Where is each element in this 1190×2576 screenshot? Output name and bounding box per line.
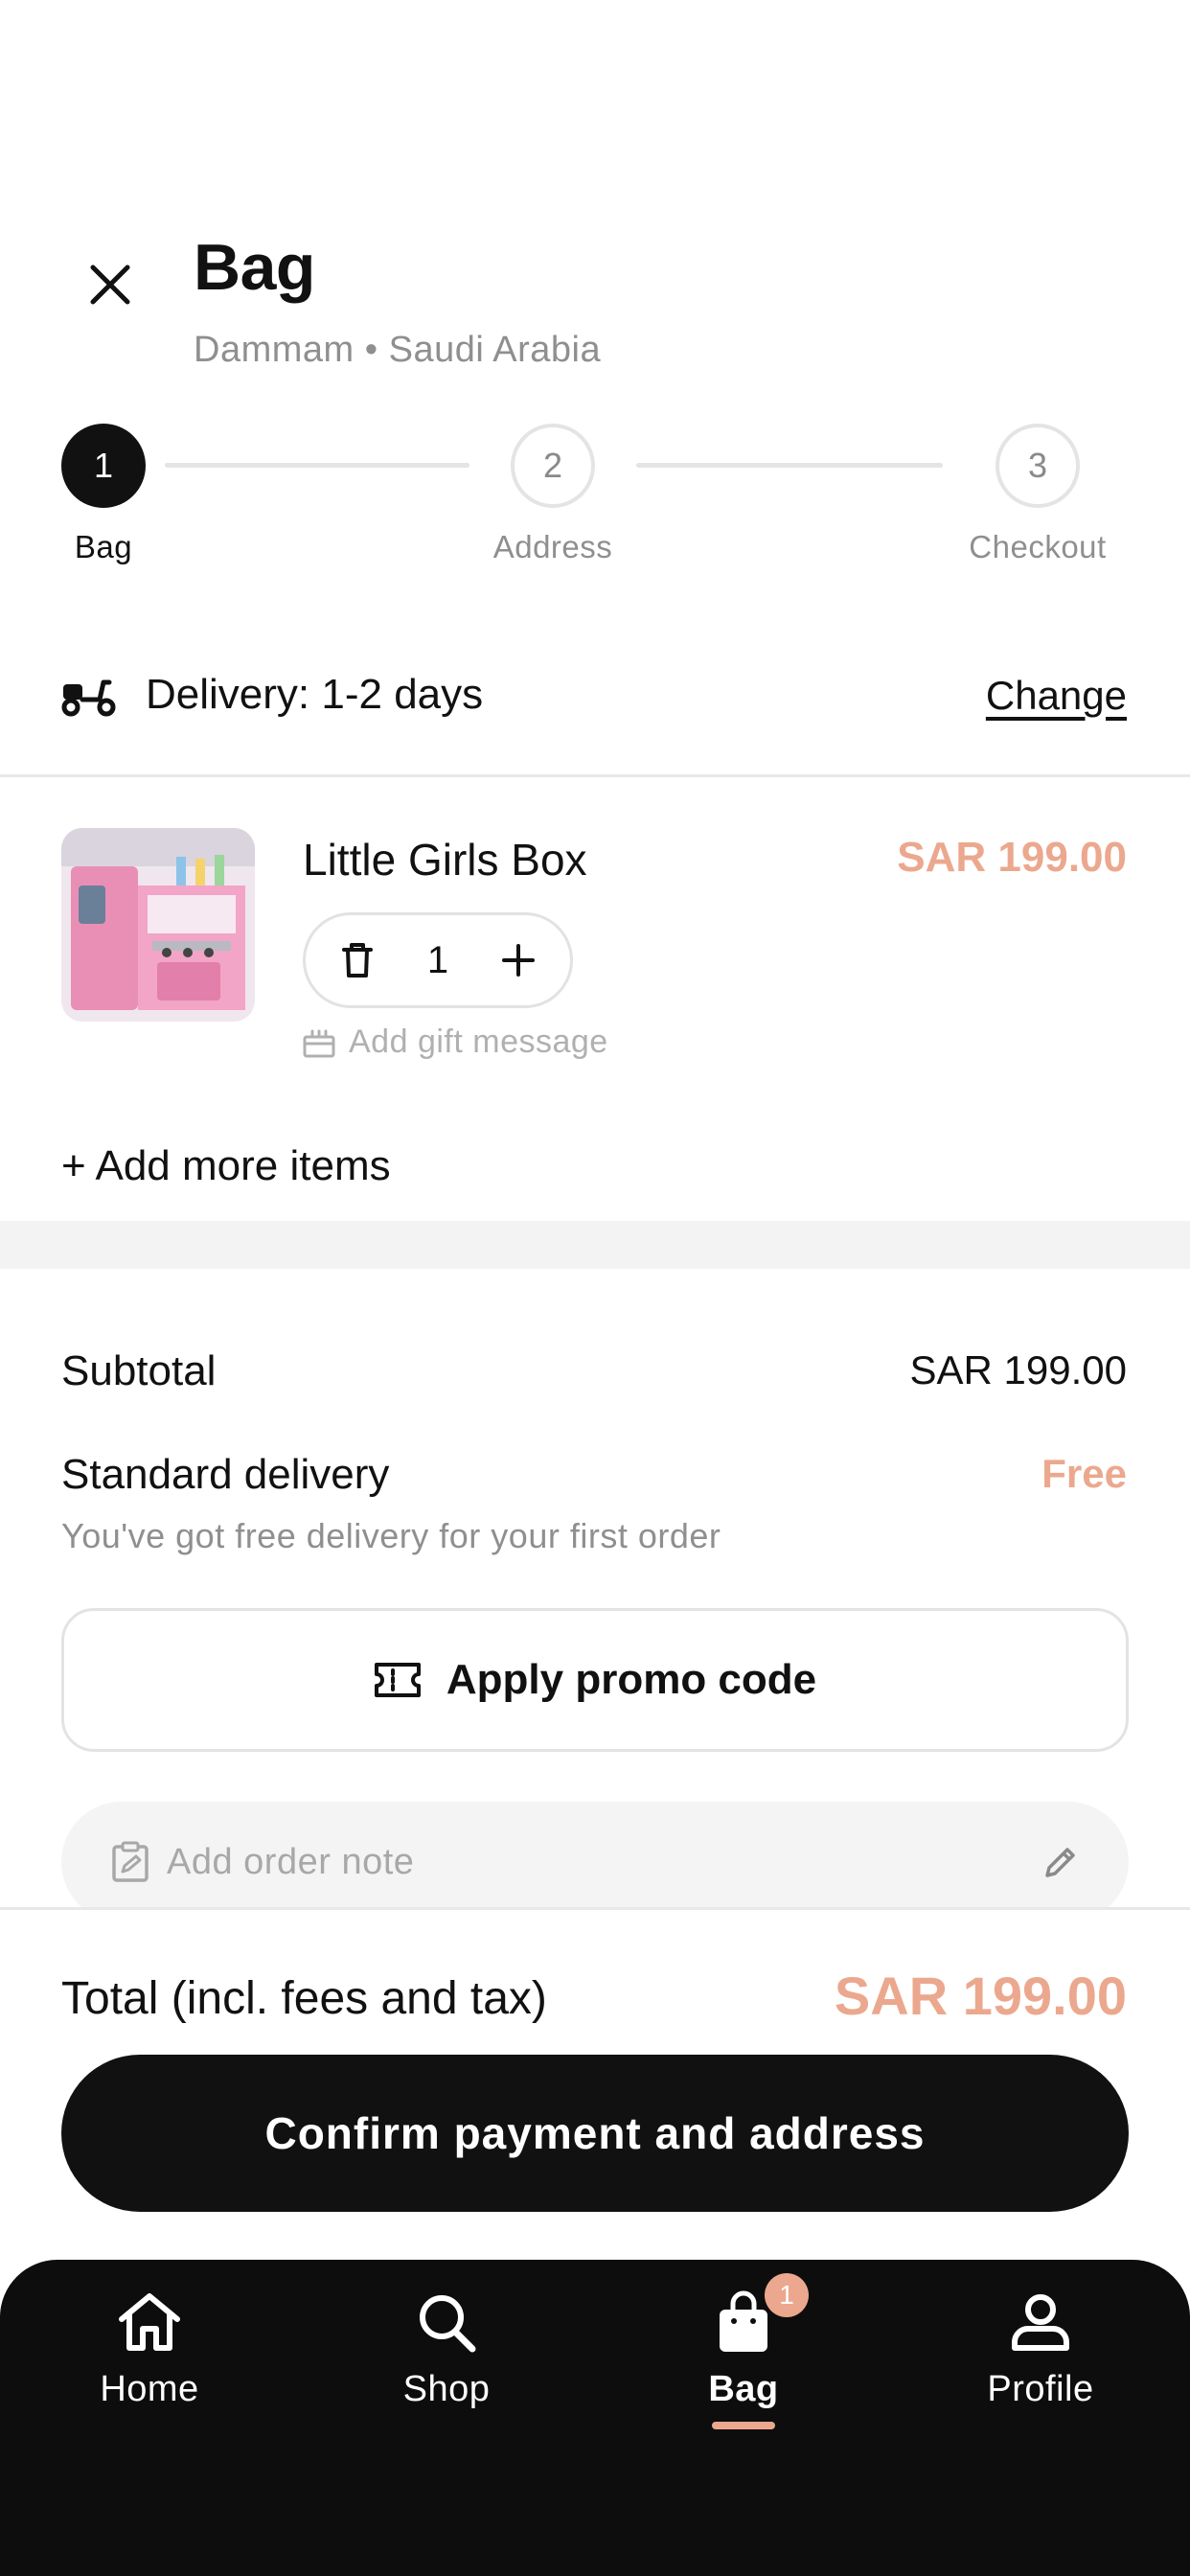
home-icon [119,2293,180,2351]
add-more-items-button[interactable]: + Add more items [61,1142,391,1190]
gift-message-label: Add gift message [349,1024,608,1060]
nav-item-shop[interactable]: Shop [341,2290,552,2410]
add-gift-message-button[interactable]: Add gift message [303,1024,608,1061]
product-price: SAR 199.00 [897,834,1127,881]
search-icon [420,2295,476,2353]
nav-item-profile[interactable]: Profile [935,2290,1146,2410]
close-button[interactable] [77,251,144,318]
standard-delivery-label: Standard delivery [61,1451,390,1498]
step-1-label: Bag [74,529,133,564]
step-1-circle: 1 [61,424,146,508]
step-3-label: Checkout [969,529,1107,564]
delivery-estimate: Delivery: 1-2 days [146,671,484,718]
nav-label-profile: Profile [987,2369,1094,2409]
trash-icon [342,943,373,978]
promo-label: Apply promo code [446,1656,817,1703]
step-2-label: Address [492,529,613,564]
product-image[interactable] [61,828,255,1022]
apply-promo-code-button[interactable]: Apply promo code [61,1608,1129,1752]
nav-label-shop: Shop [402,2369,491,2409]
quantity-stepper: 1 [303,912,573,1008]
scooter-icon [61,673,117,722]
active-indicator [712,2422,775,2429]
nav-item-bag[interactable]: Bag [638,2290,849,2429]
plus-icon [502,944,535,977]
bag-count-badge: 1 [765,2273,809,2317]
step-3-circle: 3 [995,424,1080,508]
quantity-value: 1 [426,938,449,981]
delivery-price: Free [1041,1451,1127,1496]
total-value: SAR 199.00 [834,1966,1127,2026]
step-connector-2 [636,463,943,468]
order-note-field[interactable]: Add order note [61,1802,1129,1922]
ticket-icon [374,1663,421,1697]
footer-divider [0,1907,1190,1910]
page-title: Bag [194,231,315,304]
subtotal-label: Subtotal [61,1347,217,1394]
nav-label-home: Home [100,2369,199,2409]
total-label: Total (incl. fees and tax) [61,1973,547,2024]
close-icon [90,264,130,305]
free-delivery-note: You've got free delivery for your first … [61,1516,721,1555]
subtotal-value: SAR 199.00 [909,1347,1128,1392]
location-subtitle: Dammam • Saudi Arabia [194,330,602,370]
divider [0,774,1190,777]
confirm-payment-button[interactable]: Confirm payment and address [61,2055,1129,2212]
gift-icon [303,1029,335,1057]
delete-button[interactable] [340,941,375,979]
pencil-icon [1045,1848,1075,1877]
step-connector-1 [165,463,469,468]
step-2-circle: 2 [511,424,595,508]
section-separator [0,1221,1190,1269]
note-icon [112,1841,149,1882]
change-delivery-link[interactable]: Change [986,673,1127,719]
order-note-placeholder: Add order note [167,1841,415,1882]
product-name[interactable]: Little Girls Box [303,834,587,886]
profile-icon [1012,2294,1069,2351]
nav-item-home[interactable]: Home [44,2290,255,2410]
increase-quantity-button[interactable] [501,943,536,978]
nav-label-bag: Bag [708,2369,779,2409]
